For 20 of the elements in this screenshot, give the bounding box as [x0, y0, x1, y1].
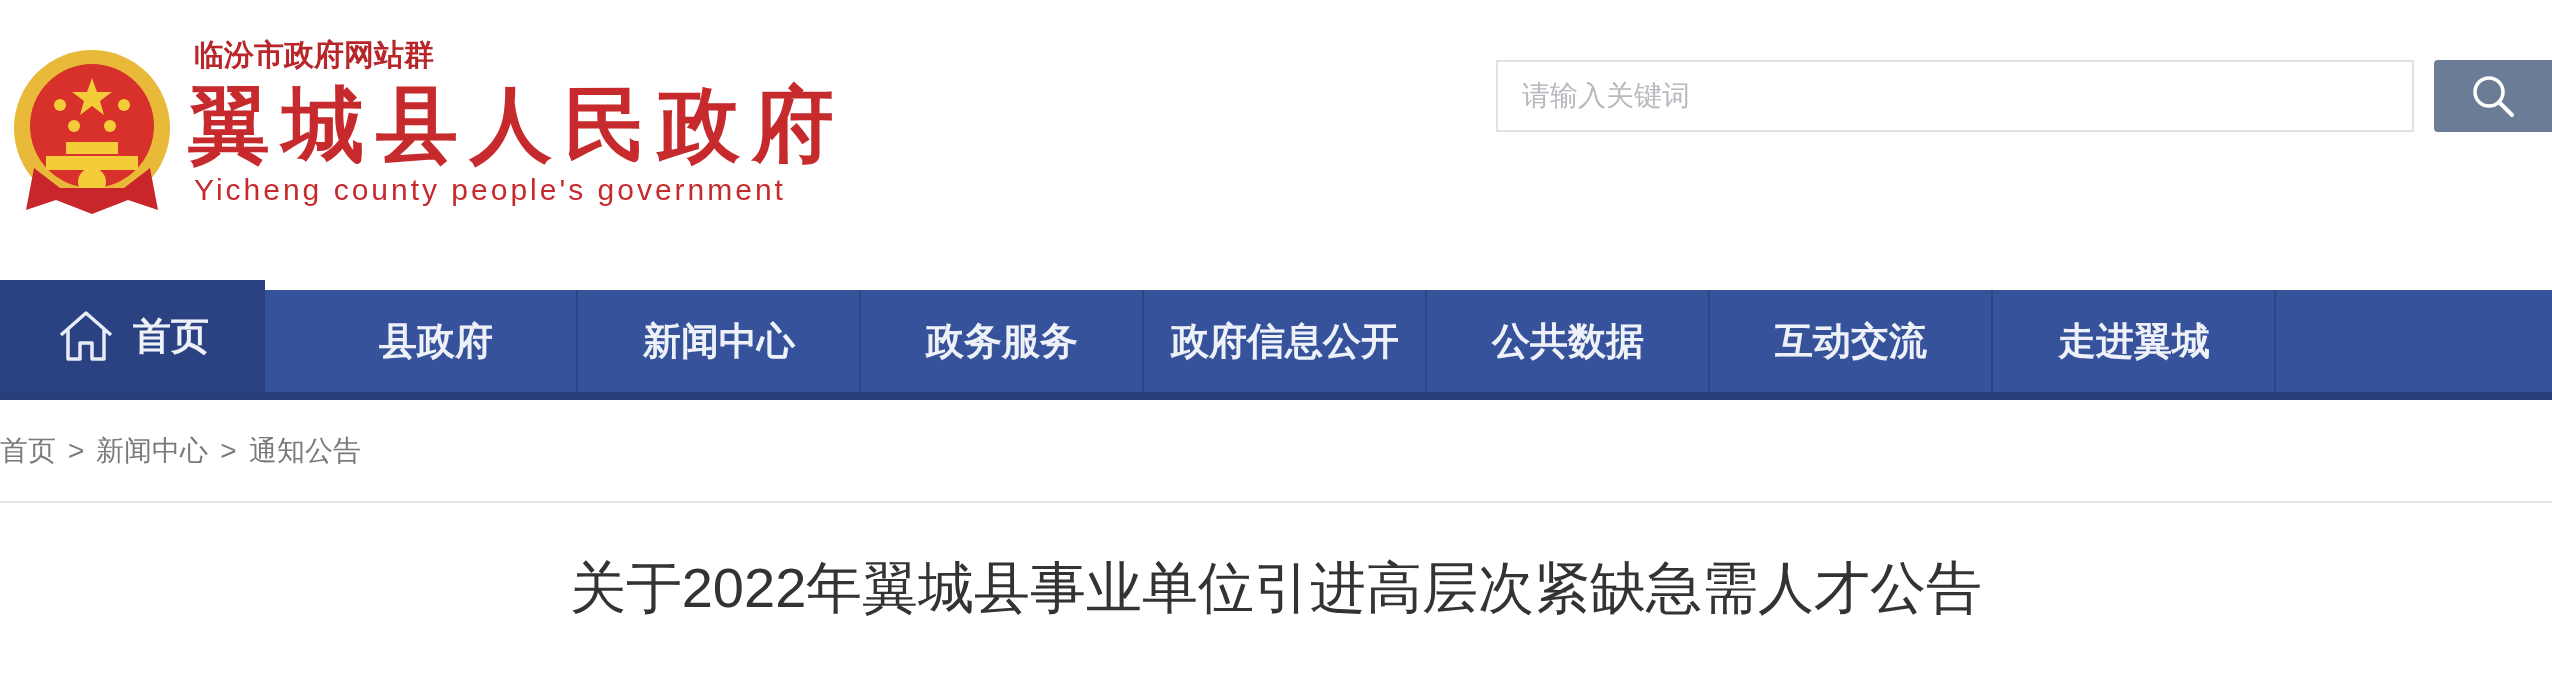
search-field[interactable]: 请输入关键词	[1496, 60, 2414, 132]
breadcrumb-link[interactable]: 通知公告	[248, 429, 361, 472]
breadcrumb-separator: >	[220, 433, 237, 468]
nav-tab[interactable]: 政务服务	[861, 290, 1144, 392]
site-title: 翼城县人民政府	[188, 80, 846, 172]
nav-tab[interactable]: 县政府	[295, 290, 578, 392]
breadcrumb-separator: >	[68, 433, 85, 468]
breadcrumb-link[interactable]: 新闻中心	[96, 429, 209, 472]
site-group-title: 临汾市政府网站群	[194, 38, 435, 72]
article-title: 关于2022年翼城县事业单位引进高层次紧缺急需人才公告	[569, 555, 1983, 621]
site-subtitle: Yicheng county people's government	[194, 172, 787, 208]
nav-tab[interactable]: 走进翼城	[1993, 290, 2276, 392]
search-icon	[2470, 73, 2516, 119]
nav-tab[interactable]: 互动交流	[1710, 290, 1993, 392]
breadcrumb-link[interactable]: 首页	[0, 429, 56, 472]
search-button[interactable]	[2434, 60, 2552, 132]
nav-tab[interactable]: 新闻中心	[578, 290, 861, 392]
nav-tab[interactable]: 公共数据	[1427, 290, 1710, 392]
nav-tab[interactable]: 政府信息公开	[1144, 290, 1427, 392]
nav-tab[interactable]: 首页	[0, 280, 265, 392]
